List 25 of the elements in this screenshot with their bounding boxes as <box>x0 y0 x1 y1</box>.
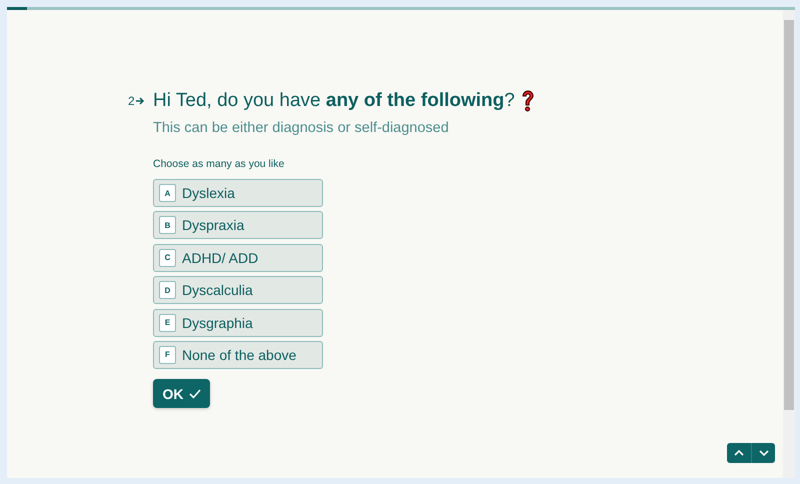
scrollbar[interactable] <box>783 10 795 478</box>
previous-button[interactable] <box>727 443 751 463</box>
question-mark-icon <box>520 90 535 112</box>
choice-key: B <box>159 216 176 234</box>
question-subtitle: This can be either diagnosis or self-diagnosed <box>153 120 450 136</box>
question-number: 2 <box>128 94 135 108</box>
choice-key: D <box>159 281 176 300</box>
arrow-icon <box>136 97 145 105</box>
chevron-up-icon <box>734 450 744 456</box>
choice-option[interactable]: F None of the above <box>153 340 323 369</box>
selection-hint: Choose as many as you like <box>153 158 286 170</box>
choice-option[interactable]: A Dyslexia <box>153 179 323 207</box>
choice-key: C <box>159 248 176 267</box>
choice-option[interactable]: B Dyspraxia <box>153 211 323 240</box>
choice-key: F <box>159 346 176 364</box>
question-title: Hi Ted, do you have any of the following? <box>153 90 515 112</box>
check-icon <box>188 388 200 399</box>
choice-option[interactable]: D Dyscalculia <box>153 276 323 304</box>
choice-key: A <box>159 184 176 202</box>
ok-button[interactable]: OK <box>153 379 210 408</box>
chevron-down-icon <box>758 450 768 456</box>
choice-key: E <box>159 314 176 332</box>
choice-option[interactable]: C ADHD/ ADD <box>153 244 323 272</box>
next-button[interactable] <box>751 443 775 463</box>
choice-option[interactable]: E Dysgraphia <box>153 308 323 337</box>
